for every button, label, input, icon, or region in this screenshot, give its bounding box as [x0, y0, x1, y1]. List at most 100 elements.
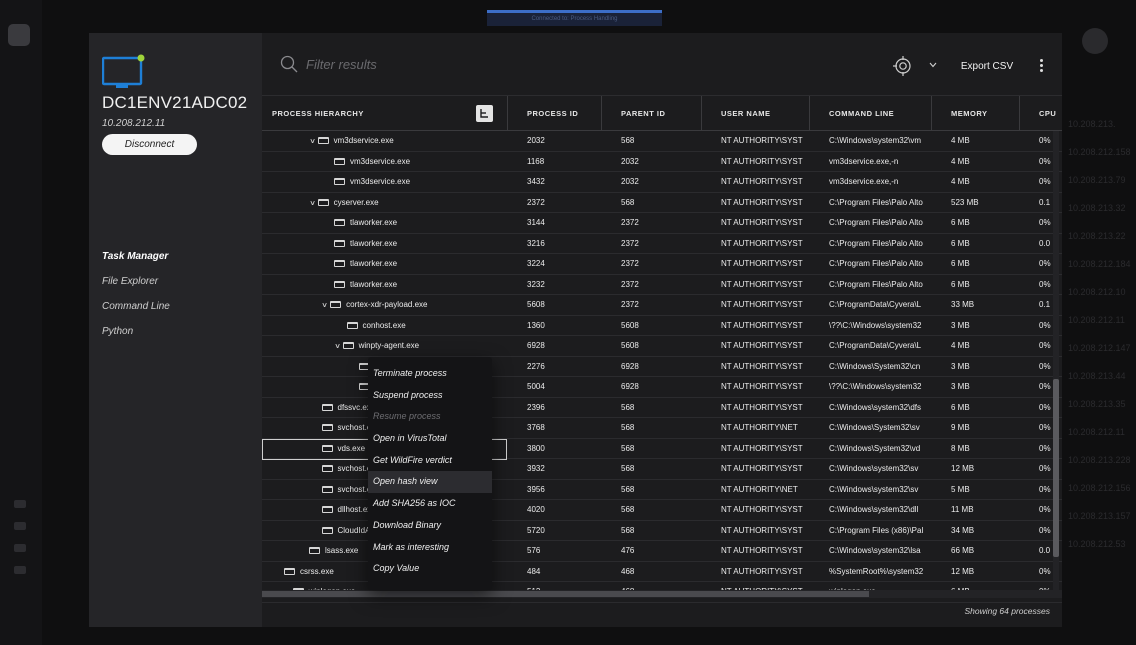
cell-mem: 6 MB — [951, 279, 970, 289]
target-icon[interactable] — [892, 55, 914, 77]
live-terminal-modal: DC1ENV21ADC02 10.208.212.11 Disconnect T… — [89, 33, 1062, 627]
nav-item-file-explorer[interactable]: File Explorer — [102, 269, 170, 294]
table-header: PROCESS HIERARCHY PROCESS ID PARENT ID USER… — [262, 95, 1062, 131]
cell-pid: 3432 — [527, 177, 545, 186]
process-name-cell: tlaworker.exe — [272, 275, 517, 295]
vertical-scrollbar[interactable] — [1053, 131, 1059, 590]
expand-chevron-icon[interactable]: ∨ — [334, 337, 341, 357]
chevron-down-icon[interactable] — [929, 62, 937, 68]
app-logo-icon — [8, 24, 30, 46]
disconnect-button[interactable]: Disconnect — [102, 134, 197, 155]
cell-cmd: C:\Program Files (x86)\Pal — [829, 525, 924, 535]
horizontal-scrollbar[interactable] — [262, 590, 1062, 598]
process-name-cell: tlaworker.exe — [272, 213, 517, 233]
expand-chevron-icon[interactable]: ∨ — [321, 296, 328, 316]
table-row[interactable]: tlaworker.exe 3224 2372 NT AUTHORITY\SYST C:… — [262, 254, 1062, 275]
tree-view-toggle-button[interactable] — [476, 105, 493, 122]
process-name: tlaworker.exe — [350, 279, 398, 289]
cell-user: NT AUTHORITY\SYST — [721, 197, 803, 207]
menu-item-suspend-process[interactable]: Suspend process — [368, 385, 492, 407]
vertical-scroll-thumb[interactable] — [1053, 379, 1059, 557]
nav-item-python[interactable]: Python — [102, 319, 170, 344]
cell-mem: 4 MB — [951, 341, 970, 350]
cell-user: NT AUTHORITY\SYST — [721, 300, 803, 309]
table-row[interactable]: tlaworker.exe 3232 2372 NT AUTHORITY\SYST C:… — [262, 275, 1062, 295]
column-divider[interactable] — [1019, 96, 1020, 131]
cell-user: NT AUTHORITY\SYST — [721, 525, 803, 535]
cell-pid: 4020 — [527, 505, 545, 514]
table-row[interactable]: tlaworker.exe 3216 2372 NT AUTHORITY\SYST C:… — [262, 234, 1062, 254]
process-window-icon — [334, 178, 345, 185]
table-row[interactable]: ∨ vm3dservice.exe 2032 568 NT AUTHORITY\SYST… — [262, 131, 1062, 152]
menu-item-download-binary[interactable]: Download Binary — [368, 515, 492, 537]
toolbar: Export CSV — [262, 33, 1062, 95]
background-list-item: 10.208.213.35 — [1068, 399, 1126, 409]
column-header[interactable]: PROCESS HIERARCHY — [272, 96, 364, 131]
column-header[interactable]: COMMAND LINE — [829, 96, 894, 131]
process-name: tlaworker.exe — [350, 238, 398, 248]
process-window-icon — [321, 403, 333, 411]
cell-pid: 3800 — [527, 443, 545, 453]
cell-cmd: C:\Windows\System32\cn — [829, 361, 921, 371]
background-list-item: 10.208.212.184 — [1068, 259, 1131, 269]
process-name: vm3dservice.exe — [350, 156, 411, 166]
menu-item-add-sha256-as-ioc[interactable]: Add SHA256 as IOC — [368, 493, 492, 515]
menu-item-copy-value[interactable]: Copy Value — [368, 558, 492, 580]
menu-item-open-hash-view[interactable]: Open hash view — [368, 471, 492, 494]
process-name-cell: ∨ cyserver.exe — [272, 193, 517, 213]
column-header[interactable]: PARENT ID — [621, 96, 665, 131]
cell-mem: 6 MB — [951, 259, 970, 268]
cell-cmd: C:\ProgramData\Cyvera\L — [829, 341, 922, 350]
column-divider[interactable] — [507, 96, 508, 131]
cell-ppid: 2372 — [621, 279, 639, 289]
table-row[interactable]: ∨ cyserver.exe 2372 568 NT AUTHORITY\SYST C:\… — [262, 193, 1062, 213]
background-list-item: 10.208.213.228 — [1068, 455, 1131, 465]
expand-chevron-icon[interactable]: ∨ — [309, 194, 316, 214]
menu-item-resume-process[interactable]: Resume process — [368, 406, 492, 428]
process-window-icon — [309, 547, 320, 554]
menu-item-terminate-process[interactable]: Terminate process — [368, 363, 492, 385]
column-divider[interactable] — [809, 96, 810, 131]
table-row[interactable]: tlaworker.exe 3144 2372 NT AUTHORITY\SYST C:… — [262, 213, 1062, 234]
column-header[interactable]: USER NAME — [721, 96, 771, 131]
column-header[interactable]: CPU — [1039, 96, 1056, 131]
menu-item-get-wildfire-verdict[interactable]: Get WildFire verdict — [368, 450, 492, 472]
cell-pid: 5720 — [527, 525, 545, 535]
menu-item-open-in-virustotal[interactable]: Open in VirusTotal — [368, 428, 492, 450]
column-header[interactable]: PROCESS ID — [527, 96, 578, 131]
expand-chevron-icon[interactable]: ∨ — [309, 132, 316, 152]
column-divider[interactable] — [931, 96, 932, 131]
table-row[interactable]: vm3dservice.exe 3432 2032 NT AUTHORITY\SYST… — [262, 172, 1062, 193]
background-list-item: 10.208.212.156 — [1068, 483, 1131, 493]
menu-item-mark-as-interesting[interactable]: Mark as interesting — [368, 537, 492, 559]
table-row[interactable]: vm3dservice.exe 1168 2032 NT AUTHORITY\SYST… — [262, 152, 1062, 172]
cell-mem: 66 MB — [951, 546, 975, 555]
cell-ppid: 6928 — [621, 382, 639, 391]
cell-cmd: vm3dservice.exe,-n — [829, 177, 899, 186]
background-list-item: 10.208.213.44 — [1068, 371, 1126, 381]
cell-cmd: C:\Program Files\Palo Alto — [829, 218, 923, 227]
cell-pid: 3224 — [527, 259, 545, 268]
cell-pid: 2372 — [527, 197, 545, 207]
cell-cmd: C:\Windows\system32\sv — [829, 464, 919, 473]
table-row[interactable]: ∨ winpty-agent.exe 6928 5608 NT AUTHORITY\SY… — [262, 336, 1062, 357]
cell-cmd: C:\ProgramData\Cyvera\L — [829, 300, 922, 309]
cell-mem: 6 MB — [951, 238, 970, 248]
process-name: conhost.exe — [362, 320, 406, 330]
column-divider[interactable] — [701, 96, 702, 131]
background-list-item: 10.208.213.32 — [1068, 203, 1126, 213]
table-row[interactable]: conhost.exe 1360 5608 NT AUTHORITY\SYST \??\… — [262, 316, 1062, 336]
filter-input[interactable] — [306, 53, 606, 75]
more-options-icon[interactable] — [1038, 59, 1044, 75]
column-divider[interactable] — [601, 96, 602, 131]
nav-item-task-manager[interactable]: Task Manager — [102, 244, 170, 269]
cell-pid: 2276 — [527, 361, 545, 371]
horizontal-scroll-thumb[interactable] — [262, 591, 869, 597]
cell-cmd: \??\C:\Windows\system32 — [829, 320, 922, 330]
process-name-cell: ∨ winpty-agent.exe — [272, 336, 517, 356]
column-header[interactable]: MEMORY — [951, 96, 987, 131]
nav-item-command-line[interactable]: Command Line — [102, 294, 170, 319]
background-app-rail — [0, 0, 42, 645]
table-row[interactable]: ∨ cortex-xdr-payload.exe 5608 2372 NT AUTHOR… — [262, 295, 1062, 316]
export-csv-button[interactable]: Export CSV — [946, 56, 1028, 78]
